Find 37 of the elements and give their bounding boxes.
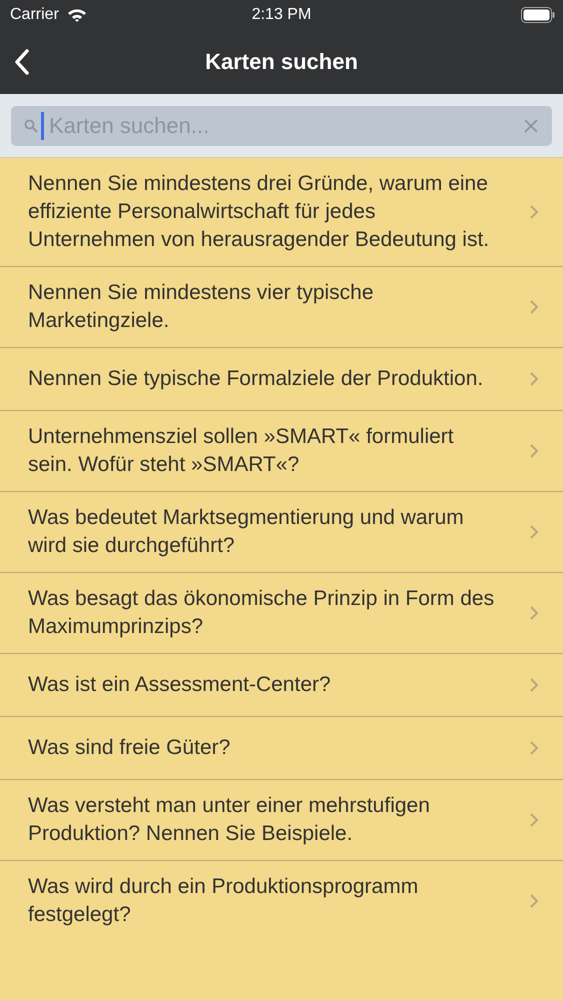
battery-icon [521,7,555,23]
status-time: 2:13 PM [252,6,312,24]
card-row[interactable]: Nennen Sie mindestens drei Gründe, warum eine effiziente Personalwirtschaft für jedes Unternehmen von herausragender Bedeutung ist. [0,158,563,267]
chevron-icon [529,524,539,540]
back-icon[interactable] [14,49,30,75]
chevron-icon [529,204,539,220]
card-question: Was wird durch ein Produktionsprogramm festgelegt? [28,874,420,928]
chevron-icon [529,605,539,621]
card-row[interactable]: Unternehmensziel sollen »SMART« formuliert sein. Wofür steht »SMART«? [0,411,563,492]
chevron-icon [529,740,539,756]
card-row[interactable]: Was besagt das ökonomische Prinzip in Form des Maximumprinzips? [0,573,563,654]
card-row[interactable]: Was wird durch ein Produktionsprogramm festgelegt? [0,861,563,941]
chevron-icon [529,893,539,909]
card-row[interactable]: Was ist ein Assessment-Center? [0,654,563,717]
card-question: Nennen Sie mindestens vier typische Marketingziele. [28,280,375,334]
wifi-icon [66,8,87,22]
card-question: Nennen Sie mindestens drei Gründe, warum eine effiziente Personalwirtschaft für jedes Unternehmen von herausragender Bedeutung ist. [28,171,490,253]
card-row[interactable]: Was bedeutet Marktsegmentierung und warum wird sie durchgeführt? [0,492,563,573]
card-row[interactable]: Was versteht man unter einer mehrstufigen Produktion? Nennen Sie Beispiele. [0,780,563,861]
nav-title: Karten suchen [205,49,358,75]
card-question: Was besagt das ökonomische Prinzip in Form des Maximumprinzips? [28,586,496,640]
chevron-icon [529,299,539,315]
card-row[interactable]: Nennen Sie mindestens vier typische Marketingziele. [0,267,563,348]
card-question: Was versteht man unter einer mehrstufigen Produktion? Nennen Sie Beispiele. [28,793,431,847]
card-row[interactable]: Was sind freie Güter? [0,717,563,780]
card-question: Unternehmensziel sollen »SMART« formuliert sein. Wofür steht »SMART«? [28,424,455,478]
card-row[interactable]: Nennen Sie typische Formalziele der Produktion. [0,348,563,411]
card-question: Was bedeutet Marktsegmentierung und warum wird sie durchgeführt? [28,505,465,559]
chevron-icon [529,812,539,828]
carrier-label: Carrier [10,6,59,24]
chevron-icon [529,677,539,693]
chevron-icon [529,443,539,459]
search-icon [24,119,38,133]
card-question: Nennen Sie typische Formalziele der Produktion. [28,366,484,392]
card-question: Was sind freie Güter? [28,735,230,761]
card-question: Was ist ein Assessment-Center? [28,672,331,698]
chevron-icon [529,371,539,387]
